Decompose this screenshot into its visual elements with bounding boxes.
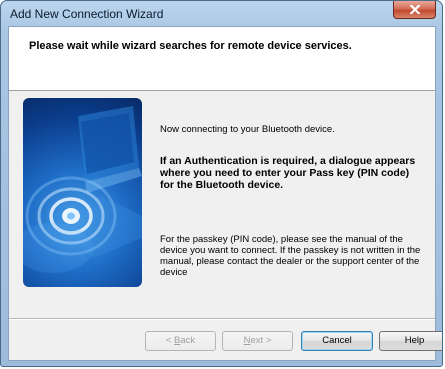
help-button[interactable]: Help [379,331,442,351]
wizard-window: Add New Connection Wizard Please wait wh… [0,0,443,367]
bluetooth-laptop-illustration [23,106,142,273]
window-title: Add New Connection Wizard [10,7,164,21]
next-mnemonic: N [243,335,251,346]
bluetooth-banner-image [23,98,142,287]
authentication-notice: If an Authentication is required, a dial… [160,155,416,191]
close-button[interactable] [393,1,436,19]
back-rest: ack [180,335,196,346]
cancel-button[interactable]: Cancel [301,331,373,351]
footer-divider-highlight [9,319,435,320]
title-bar[interactable]: Add New Connection Wizard [1,1,442,25]
next-button[interactable]: Next > [222,331,293,351]
wizard-header: Please wait while wizard searches for re… [9,27,435,91]
close-icon [409,5,420,14]
connecting-status-text: Now connecting to your Bluetooth device. [160,124,335,135]
passkey-help-text: For the passkey (PIN code), please see t… [160,234,421,278]
next-rest: ext > [250,335,272,346]
back-button[interactable]: < Back [145,331,216,351]
wizard-client-area: Please wait while wizard searches for re… [8,26,442,361]
header-title: Please wait while wizard searches for re… [29,40,352,52]
back-prefix: < [165,335,175,346]
